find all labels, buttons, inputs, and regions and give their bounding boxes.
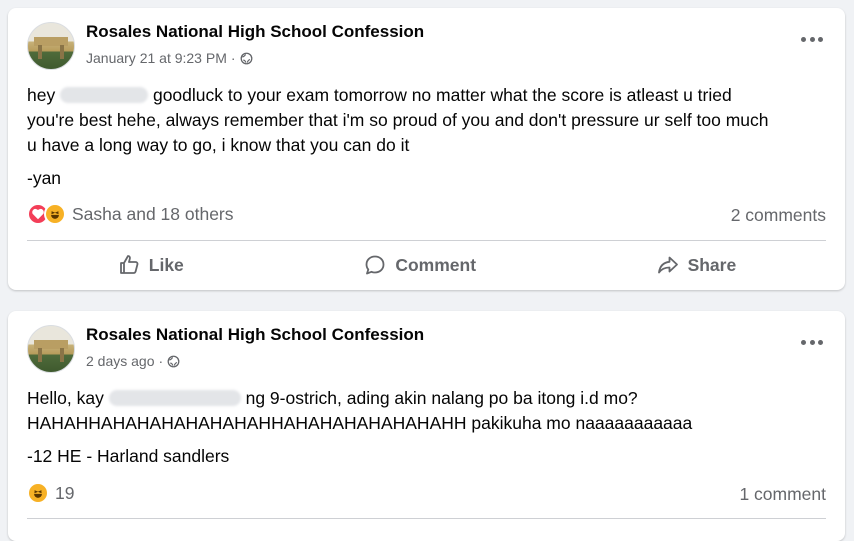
comment-label: Comment bbox=[395, 254, 477, 275]
comment-icon bbox=[365, 255, 385, 275]
post-text: u have a long way to go, i know that you… bbox=[27, 135, 410, 155]
reactions-count[interactable]: Sasha and 18 others bbox=[72, 204, 234, 225]
reactions-summary[interactable]: Sasha and 18 others bbox=[27, 203, 234, 225]
meta-separator: · bbox=[230, 50, 236, 66]
post-timestamp[interactable]: 2 days ago bbox=[86, 353, 155, 369]
like-icon bbox=[119, 255, 139, 274]
post-body: Hello, kay ng 9-ostrich, ading akin nala… bbox=[27, 386, 831, 436]
post-signature: -12 HE - Harland sandlers bbox=[27, 446, 230, 466]
comments-count-link[interactable]: 2 comments bbox=[731, 205, 826, 226]
post-meta: January 21 at 9:23 PM · bbox=[86, 50, 253, 66]
page-name-link[interactable]: Rosales National High School Confession bbox=[86, 325, 424, 345]
redacted-name bbox=[60, 87, 149, 103]
post-text: ng 9-ostrich, ading akin nalang po ba it… bbox=[245, 388, 638, 408]
comments-count-link[interactable]: 1 comment bbox=[739, 484, 826, 505]
redacted-name bbox=[108, 390, 241, 406]
post-actions-bar: Like Comment Share bbox=[27, 243, 826, 287]
reactions-summary[interactable]: 19 bbox=[27, 482, 74, 504]
post-body: hey goodluck to your exam tomorrow no ma… bbox=[27, 83, 831, 158]
post-text: hey bbox=[27, 85, 56, 105]
post-signature: -yan bbox=[27, 168, 62, 188]
share-label: Share bbox=[687, 254, 737, 275]
divider bbox=[27, 518, 826, 519]
post-text: you're best hehe, always remember that i… bbox=[27, 110, 769, 130]
share-icon bbox=[657, 256, 678, 274]
like-label: Like bbox=[148, 254, 184, 275]
post-timestamp[interactable]: January 21 at 9:23 PM bbox=[86, 50, 227, 66]
comment-button[interactable]: Comment bbox=[363, 253, 476, 277]
haha-reaction-icon bbox=[44, 203, 66, 225]
divider bbox=[27, 240, 826, 241]
post-card: Rosales National High School Confession … bbox=[8, 311, 845, 541]
post-text: Hello, kay bbox=[27, 388, 104, 408]
more-options-icon[interactable] bbox=[801, 337, 823, 347]
more-options-icon[interactable] bbox=[801, 34, 823, 44]
post-text: goodluck to your exam tomorrow no matter… bbox=[152, 85, 732, 105]
post-card: Rosales National High School Confession … bbox=[8, 8, 845, 290]
share-button[interactable]: Share bbox=[656, 253, 737, 277]
haha-reaction-icon bbox=[27, 482, 49, 504]
page-avatar[interactable] bbox=[27, 325, 75, 373]
globe-icon[interactable] bbox=[240, 52, 253, 65]
like-button[interactable]: Like bbox=[117, 253, 184, 277]
page-name-link[interactable]: Rosales National High School Confession bbox=[86, 22, 424, 42]
page-avatar[interactable] bbox=[27, 22, 75, 70]
post-meta: 2 days ago · bbox=[86, 353, 180, 369]
meta-separator: · bbox=[158, 353, 164, 369]
post-text: HAHAHHAHAHAHAHAHAHAHHAHAHAHAHAHAHAHH pak… bbox=[27, 413, 693, 433]
reactions-count[interactable]: 19 bbox=[55, 483, 74, 504]
globe-icon[interactable] bbox=[167, 355, 180, 368]
